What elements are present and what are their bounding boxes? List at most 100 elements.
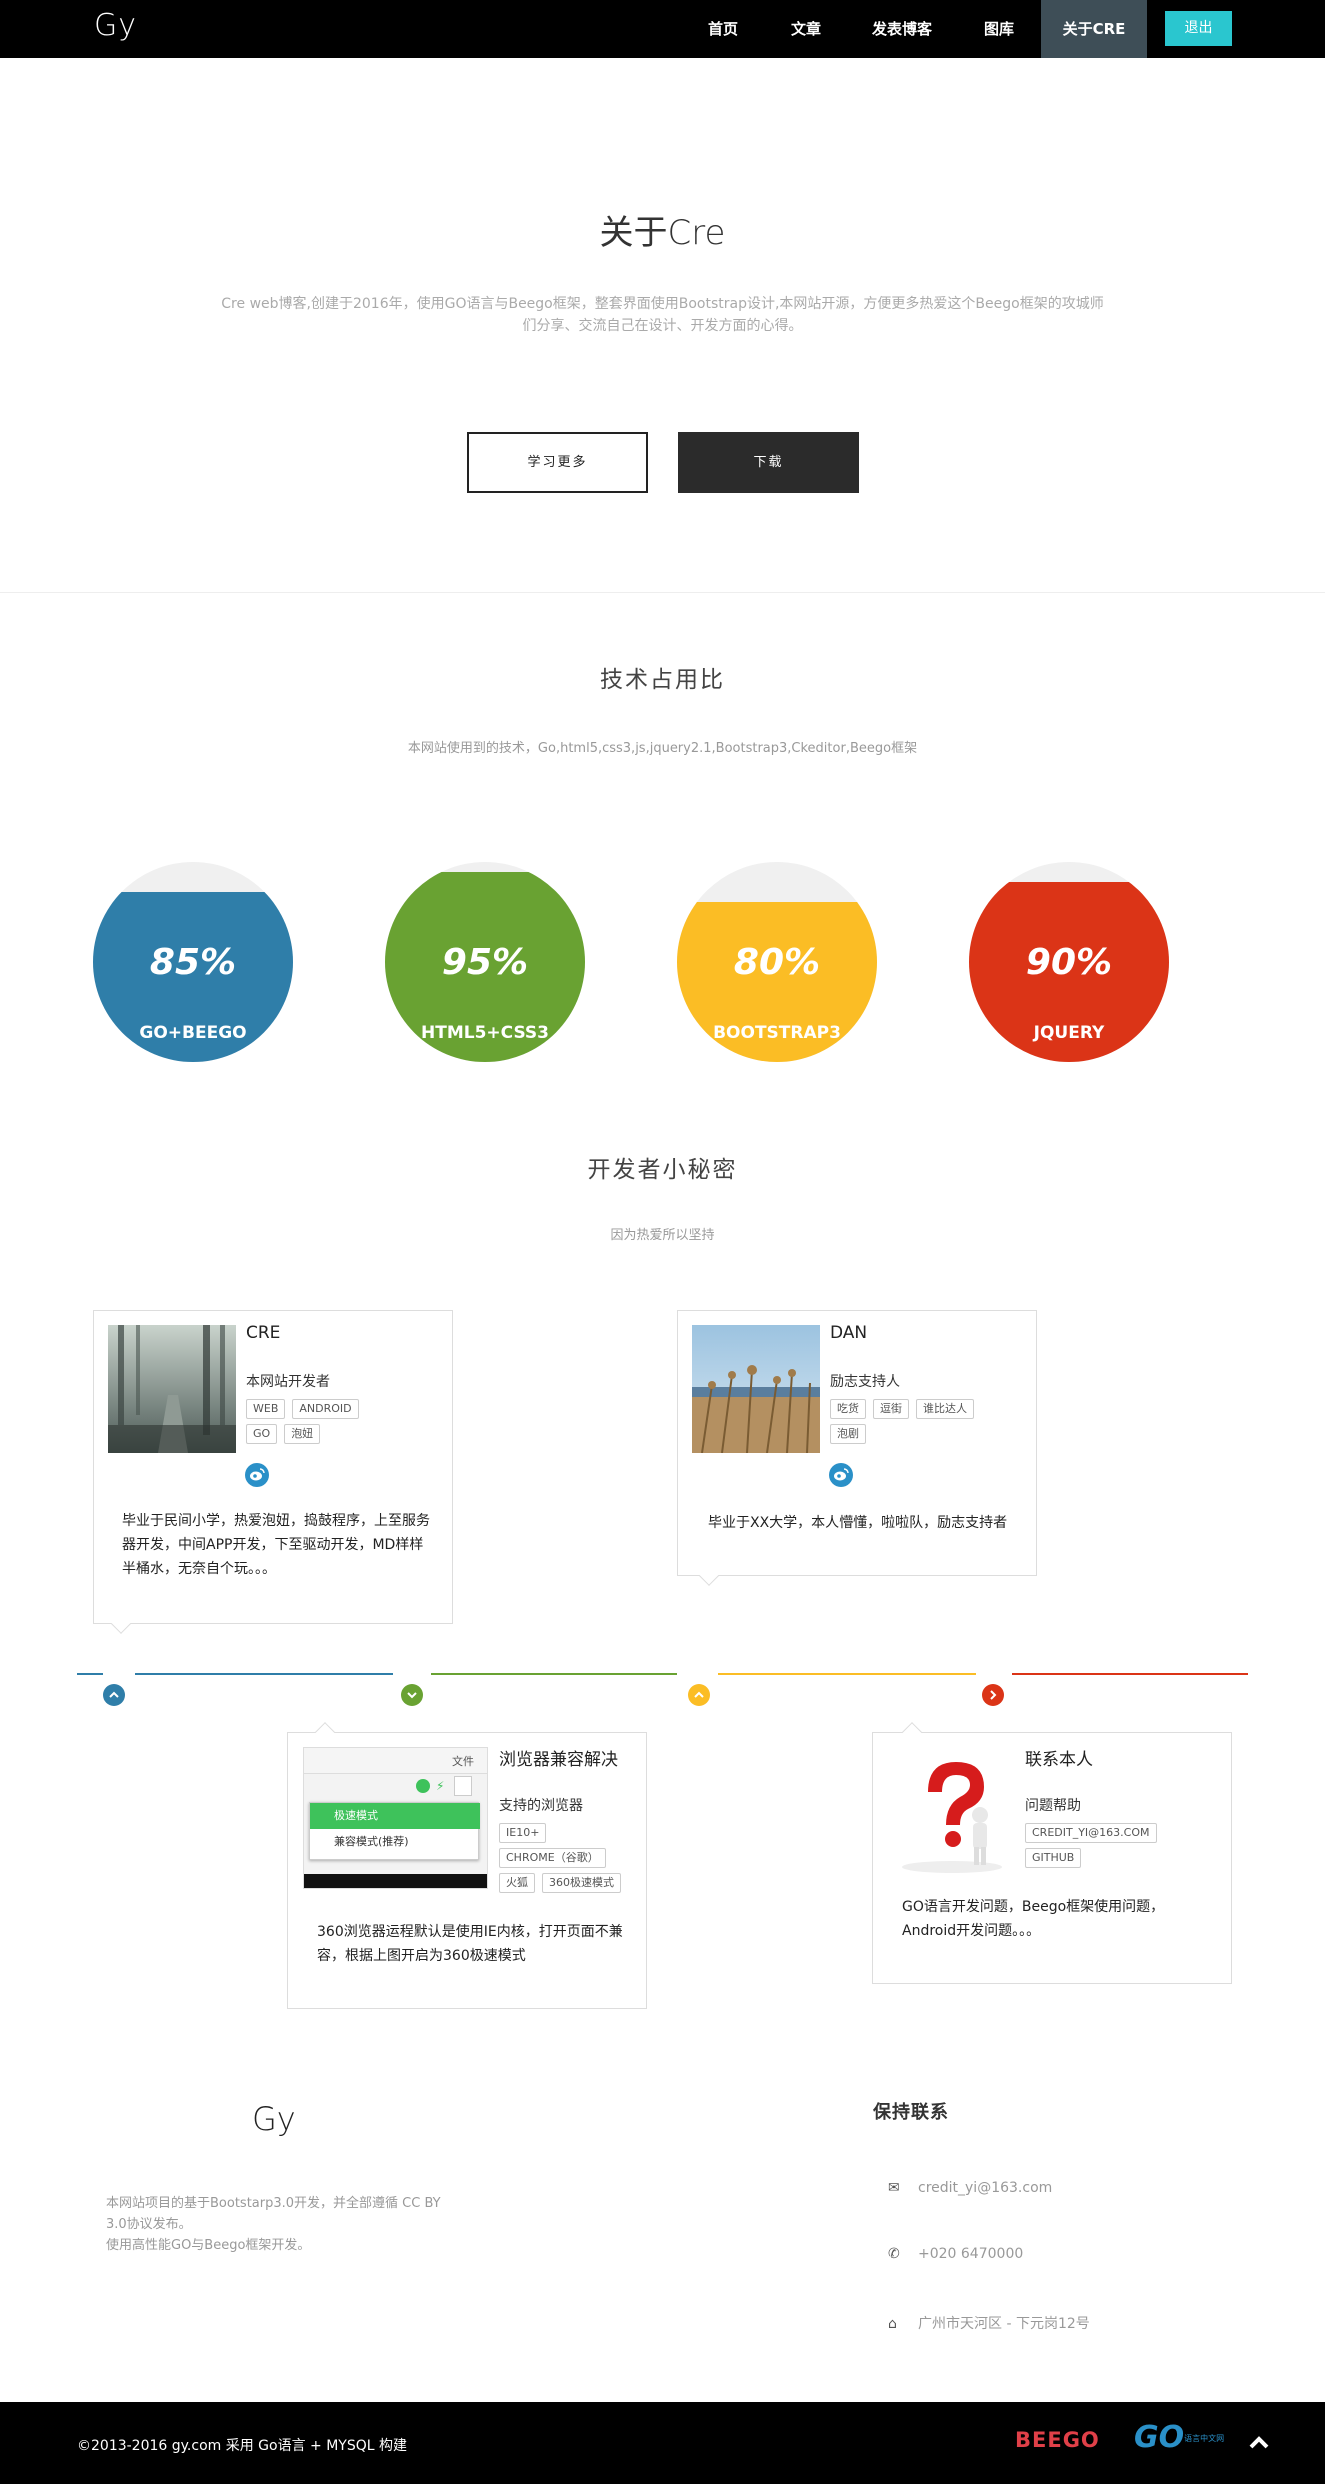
chevron-down-icon bbox=[454, 1776, 472, 1796]
download-button[interactable]: 下载 bbox=[678, 432, 859, 493]
secrets-title: 开发者小秘密 bbox=[587, 1157, 738, 1183]
cre-name: CRE bbox=[246, 1323, 281, 1343]
skill-percent: 80% bbox=[733, 942, 821, 983]
back-to-top-icon[interactable] bbox=[1246, 2430, 1272, 2456]
hero-description: Cre web博客,创建于2016年，使用GO语言与Beego框架，整套界面使用… bbox=[221, 296, 1104, 334]
skill-name: JQUERY bbox=[1033, 1023, 1105, 1043]
phone-icon: ✆ bbox=[888, 2246, 900, 2262]
skill-percent: 90% bbox=[1025, 942, 1113, 983]
timeline-dot[interactable] bbox=[688, 1684, 710, 1706]
footer-description: 本网站项目的基于Bootstarp3.0开发，并全部遵循 CC BY 3.0协议… bbox=[106, 2193, 451, 2256]
screenshot-footer bbox=[304, 1874, 487, 1888]
email-text[interactable]: credit_yi@163.com bbox=[918, 2180, 1052, 2196]
card-dan: DAN 励志支持人 吃货 逗街 谁比达人 泡剧 毕业于XX大学，本人懵懂，啦啦队… bbox=[677, 1310, 1037, 1586]
mode-compat: 兼容模式(推荐) bbox=[334, 1835, 409, 1848]
card-pointer bbox=[699, 1566, 719, 1586]
dan-name: DAN bbox=[830, 1323, 868, 1343]
lightning-icon: ⚡ bbox=[436, 1779, 445, 1793]
skill-circle-jquery: 90% JQUERY bbox=[969, 862, 1169, 1062]
card-contact: 联系本人 问题帮助 CREDIT_YI@163.COM GITHUB GO语言开… bbox=[872, 1722, 1232, 1984]
card-browser: 文件 ⚡ 极速模式 兼容模式(推荐) 浏览器兼容解决 支持的浏览器 IE10+ … bbox=[287, 1722, 647, 2009]
tag: IE10+ bbox=[499, 1823, 547, 1843]
tag: 360极速模式 bbox=[542, 1873, 621, 1893]
tag: GO bbox=[246, 1424, 278, 1444]
go-logo[interactable]: GO语言中文网 bbox=[1134, 2420, 1224, 2455]
bottom-bar: ©2013-2016 gy.com 采用 Go语言 + MYSQL 构建 BEE… bbox=[0, 2402, 1325, 2484]
tag: 吃货 bbox=[830, 1399, 866, 1419]
browser-text: 360浏览器运程默认是使用IE内核，打开页面不兼容，根据上图开启为360极速模式 bbox=[317, 1924, 623, 1964]
skills-title: 技术占用比 bbox=[600, 667, 725, 693]
browser-name: 浏览器兼容解决 bbox=[499, 1750, 618, 1770]
card-cre: CRE 本网站开发者 WEB ANDROID GO 泡妞 毕业于民间小学，热爱泡… bbox=[93, 1310, 453, 1634]
tag: 火狐 bbox=[499, 1873, 535, 1893]
contact-phone: ✆ +020 6470000 bbox=[888, 2246, 1023, 2262]
question-figure-image bbox=[888, 1747, 1016, 1875]
weibo-icon[interactable] bbox=[829, 1463, 853, 1487]
browser-role: 支持的浏览器 bbox=[499, 1798, 583, 1814]
nav-home[interactable]: 首页 bbox=[695, 0, 751, 58]
tag: 泡妞 bbox=[284, 1424, 321, 1444]
tag: CHROME（谷歌） bbox=[499, 1848, 606, 1868]
beego-logo[interactable]: BEEGO bbox=[1015, 2428, 1100, 2452]
go-logo-text: GO bbox=[1134, 2420, 1185, 2455]
dan-tags: 吃货 逗街 谁比达人 泡剧 bbox=[830, 1399, 990, 1444]
skill-percent: 95% bbox=[441, 942, 529, 983]
timeline-line bbox=[135, 1673, 393, 1675]
envelope-icon: ✉ bbox=[888, 2180, 900, 2196]
tag: ANDROID bbox=[292, 1399, 359, 1419]
footer-brand[interactable]: Gy bbox=[252, 2100, 296, 2138]
skill-circle-bootstrap: 80% BOOTSTRAP3 bbox=[677, 862, 877, 1062]
phone-text: +020 6470000 bbox=[918, 2246, 1024, 2262]
cre-role: 本网站开发者 bbox=[246, 1374, 330, 1390]
brand-logo[interactable]: Gy bbox=[94, 8, 137, 43]
cre-text: 毕业于民间小学，热爱泡妞，捣鼓程序，上至服务器开发，中间APP开发，下至驱动开发… bbox=[122, 1513, 430, 1577]
card-pointer bbox=[315, 1722, 335, 1742]
top-navbar: Gy 首页 文章 发表博客 图库 关于CRE 退出 bbox=[0, 0, 1325, 58]
mode-menu: 极速模式 兼容模式(推荐) bbox=[309, 1802, 480, 1860]
timeline-line bbox=[718, 1673, 976, 1675]
skill-percent: 85% bbox=[149, 942, 237, 983]
contact-heading: 保持联系 bbox=[873, 2102, 949, 2123]
screenshot-menu: 文件 bbox=[452, 1755, 474, 1768]
browser-tags: IE10+ CHROME（谷歌） 火狐 360极速模式 bbox=[499, 1823, 639, 1893]
timeline-dot[interactable] bbox=[982, 1684, 1004, 1706]
weibo-icon[interactable] bbox=[245, 1463, 269, 1487]
card-pointer bbox=[902, 1722, 922, 1742]
timeline-line bbox=[1012, 1673, 1248, 1675]
skills-subtitle: 本网站使用到的技术，Go,html5,css3,js,jquery2.1,Boo… bbox=[407, 741, 918, 756]
nav-articles[interactable]: 文章 bbox=[778, 0, 834, 58]
nav-gallery[interactable]: 图库 bbox=[969, 0, 1029, 58]
contact-email: ✉ credit_yi@163.com bbox=[888, 2180, 1052, 2196]
tag: 谁比达人 bbox=[916, 1399, 974, 1419]
timeline-line bbox=[431, 1673, 677, 1675]
skill-name: GO+BEEGO bbox=[139, 1023, 247, 1043]
secrets-subtitle: 因为热爱所以坚持 bbox=[610, 1228, 715, 1243]
tag: 泡剧 bbox=[830, 1424, 866, 1444]
contact-name: 联系本人 bbox=[1025, 1750, 1093, 1770]
nav-about[interactable]: 关于CRE bbox=[1041, 0, 1147, 58]
footer-desc-line2: 使用高性能GO与Beego框架开发。 bbox=[106, 2238, 311, 2253]
home-icon: ⌂ bbox=[888, 2316, 897, 2332]
contact-role: 问题帮助 bbox=[1025, 1798, 1081, 1814]
mode-fast: 极速模式 bbox=[310, 1803, 480, 1829]
tag: GITHUB bbox=[1025, 1848, 1082, 1868]
dan-photo bbox=[692, 1325, 820, 1453]
learn-more-button[interactable]: 学习更多 bbox=[467, 432, 648, 493]
skill-name: HTML5+CSS3 bbox=[421, 1023, 549, 1043]
section-divider bbox=[0, 592, 1325, 593]
browser-screenshot: 文件 ⚡ 极速模式 兼容模式(推荐) bbox=[303, 1747, 488, 1889]
skill-circle-go: 85% GO+BEEGO bbox=[93, 862, 293, 1062]
contact-text: GO语言开发问题，Beego框架使用问题，Android开发问题。。。 bbox=[902, 1899, 1165, 1939]
skill-circle-html: 95% HTML5+CSS3 bbox=[385, 862, 585, 1062]
card-pointer bbox=[111, 1614, 131, 1634]
dan-role: 励志支持人 bbox=[830, 1374, 900, 1390]
tag: WEB bbox=[246, 1399, 286, 1419]
tag: CREDIT_YI@163.COM bbox=[1025, 1823, 1157, 1843]
contact-address: ⌂ 广州市天河区 - 下元岗12号 bbox=[888, 2313, 1090, 2333]
skill-name: BOOTSTRAP3 bbox=[713, 1023, 841, 1043]
timeline-dot[interactable] bbox=[401, 1684, 423, 1706]
address-text: 广州市天河区 - 下元岗12号 bbox=[918, 2316, 1090, 2332]
timeline-dot[interactable] bbox=[103, 1684, 125, 1706]
nav-post-blog[interactable]: 发表博客 bbox=[862, 0, 942, 58]
logout-button[interactable]: 退出 bbox=[1165, 11, 1232, 46]
